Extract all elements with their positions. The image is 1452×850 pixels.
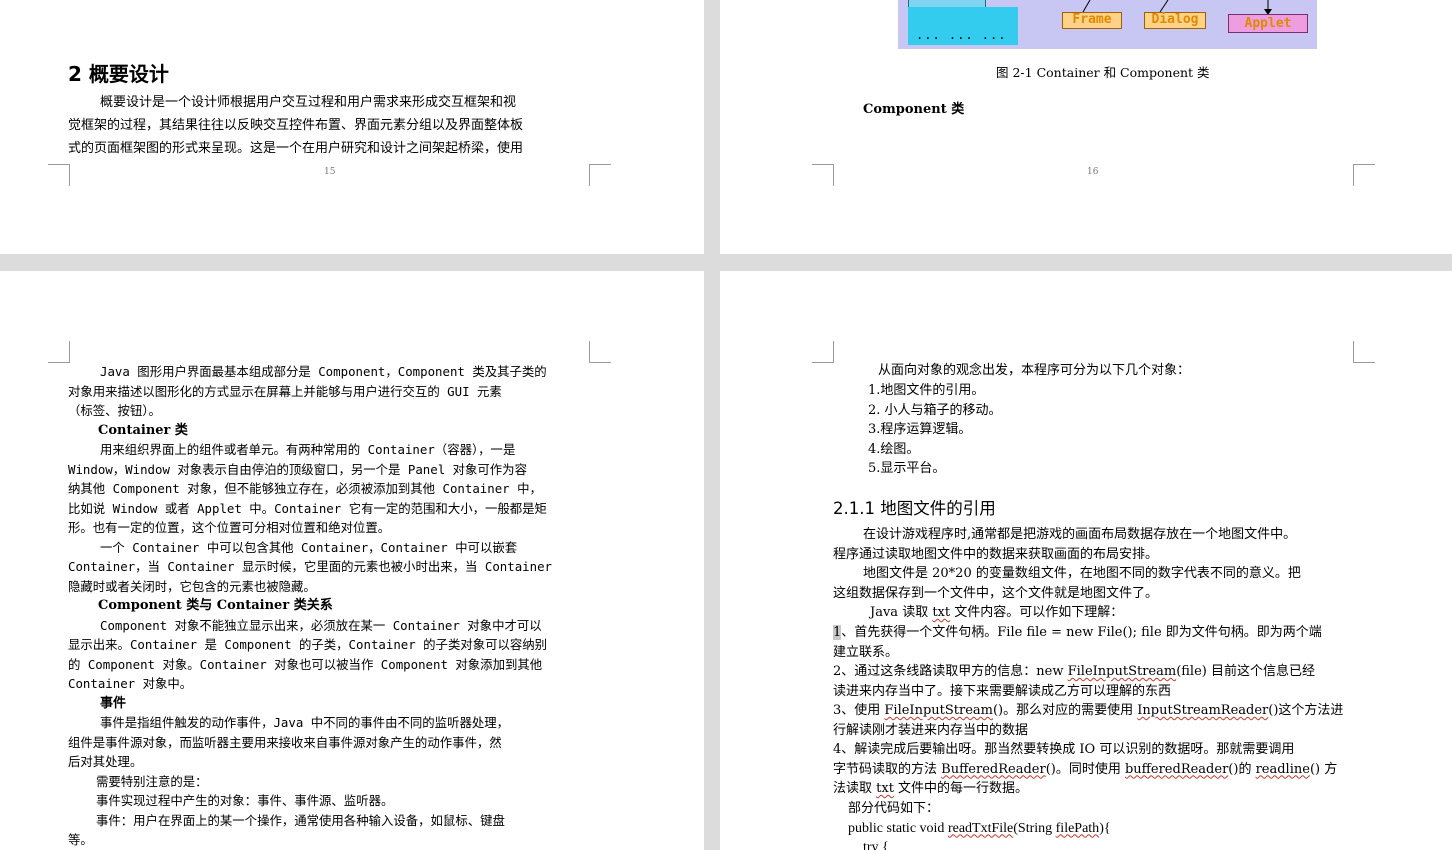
paragraph-line: 等。 — [68, 832, 93, 847]
paragraph-line: 在设计游戏程序时,通常都是把游戏的画面布局数据存放在一个地图文件中。 — [863, 527, 1297, 542]
paragraph-line: 事件实现过程中产生的对象：事件、事件源、监听器。 — [96, 793, 394, 808]
list-item: 5.显示平台。 — [868, 461, 946, 476]
paragraph-line: 部分代码如下： — [848, 801, 940, 816]
paragraph-line: 3、使用 FileInputStream()。那么对应的需要使用 InputSt… — [833, 703, 1344, 718]
paragraph-line: 比如说 Window 或者 Applet 中。Container 它有一定的范围… — [68, 500, 547, 516]
list-item: 4.绘图。 — [868, 441, 920, 457]
page-number: 16 — [1087, 167, 1099, 177]
page-corner-mark — [589, 164, 611, 186]
paragraph-line: 2、通过这条线路读取甲方的信息：new FileInputStream(file… — [833, 664, 1315, 679]
diagram-node-frame: Frame — [1062, 12, 1122, 29]
paragraph-line: Container 对象中。 — [68, 676, 193, 691]
paragraph-line: 需要特别注意的是： — [96, 773, 208, 789]
paragraph-line: 对象用来描述以图形化的方式显示在屏幕上并能够与用户进行交互的 GUI 元素 — [68, 383, 502, 399]
page-corner-mark — [1353, 164, 1375, 186]
document-page-17: Java 图形用户界面最基本组成部分是 Component，Component … — [0, 271, 704, 850]
diagram-node-applet: Applet — [1228, 14, 1308, 33]
paragraph-line: 字节码读取的方法 BufferedReader()。同时使用 bufferedR… — [833, 761, 1338, 777]
paragraph-line: 事件是指组件触发的动作事件，Java 中不同的事件由不同的监听器处理， — [100, 715, 510, 730]
section-label: Component 类 — [863, 102, 965, 117]
paragraph-line: 隐藏时或者关闭时，它包含的元素也被隐藏。 — [68, 578, 316, 594]
paragraph-line: 后对其处理。 — [68, 754, 143, 769]
paragraph-line: 行解读刚才装进来内存当中的数据 — [833, 722, 1029, 738]
page-corner-mark — [48, 341, 70, 363]
document-page-16: ... ... ... Frame Dialog Applet 图 2-1 Co… — [720, 0, 1452, 254]
paragraph-line: Container，当 Container 显示时候，它里面的元素也被小时出来，… — [68, 559, 552, 574]
paragraph-line: Component 对象不能独立显示出来，必须放在某一 Container 对象… — [100, 617, 542, 633]
list-item: 2. 小人与箱子的移动。 — [868, 402, 1002, 418]
page-number: 15 — [324, 167, 336, 177]
paragraph-line: 显示出来。Container 是 Component 的子类，Container… — [68, 637, 548, 652]
paragraph-line: 这组数据保存到一个文件中，这个文件就是地图文件了。 — [833, 585, 1159, 601]
paragraph-line: Window，Window 对象表示自由停泊的顶级窗口，另一个是 Panel 对… — [68, 461, 527, 477]
paragraph-line: 读进来内存当中了。接下来需要解读成乙方可以理解的东西 — [833, 683, 1172, 699]
paragraph-line: 纳其他 Component 对象，但不能够独立存在，必须被添加到其他 Conta… — [68, 481, 542, 496]
chapter-heading: 2 概要设计 — [68, 62, 169, 86]
paragraph-line: 觉框架的过程，其结果往往以反映交互控件布置、界面元素分组以及界面整体板 — [68, 118, 524, 133]
section-heading: 2.1.1 地图文件的引用 — [833, 499, 996, 518]
paragraph-line: 4、解读完成后要输出呀。那当然要转换成 IO 可以识别的数据呀。那就需要调用 — [833, 742, 1295, 757]
document-page-18: 从面向对象的观念出发，本程序可分为以下几个对象： 1.地图文件的引用。 2. 小… — [720, 271, 1452, 850]
list-item: 3.程序运算逻辑。 — [868, 422, 972, 437]
paragraph-line: Java 读取 txt 文件内容。可以作如下理解： — [870, 605, 1124, 620]
document-page-15: 2 概要设计 概要设计是一个设计师根据用户交互过程和用户需求来形成交互框架和视 … — [0, 0, 704, 254]
paragraph-line: 事件：用户在界面上的某一个操作，通常使用各种输入设备，如鼠标、键盘 — [96, 812, 505, 828]
subheading-relation: Component 类与 Container 类关系 — [98, 598, 333, 613]
paragraph-line: 程序通过读取地图文件中的数据来获取画面的布局安排。 — [833, 546, 1159, 562]
page-corner-mark — [812, 341, 834, 363]
paragraph-line: 1、首先获得一个文件句柄。File file = new File(); fil… — [833, 625, 1322, 640]
paragraph-line: 概要设计是一个设计师根据用户交互过程和用户需求来形成交互框架和视 — [100, 95, 517, 110]
code-line: try { — [863, 840, 889, 850]
paragraph-line: （标签、按钮）。 — [68, 403, 161, 418]
page-corner-mark — [48, 164, 70, 186]
figure-caption: 图 2-1 Container 和 Component 类 — [996, 65, 1210, 80]
paragraph-line: 用来组织界面上的组件或者单元。有两种常用的 Container（容器），一是 — [100, 442, 516, 457]
paragraph-line: 建立联系。 — [833, 644, 899, 660]
paragraph-line: 式的页面框架图的形式来呈现。这是一个在用户研究和设计之间架起桥梁，使用 — [68, 141, 524, 156]
paragraph-line: 法读取 txt 文件中的每一行数据。 — [833, 781, 1029, 796]
subheading-event: 事件 — [100, 695, 127, 711]
paragraph-line: 的 Component 对象。Container 对象也可以被当作 Compon… — [68, 656, 543, 672]
code-line: public static void readTxtFile(String fi… — [848, 820, 1111, 836]
page-corner-mark — [1353, 341, 1375, 363]
paragraph-line: 地图文件是 20*20 的变量数组文件，在地图不同的数字代表不同的意义。把 — [863, 566, 1301, 581]
class-diagram-fragment: ... ... ... Frame Dialog Applet — [898, 0, 1317, 49]
list-item: 1.地图文件的引用。 — [868, 383, 985, 398]
paragraph-line: 形。也有一定的位置，这个位置可分相对位置和绝对位置。 — [68, 520, 391, 535]
page-corner-mark — [589, 341, 611, 363]
paragraph-line: 从面向对象的观念出发，本程序可分为以下几个对象： — [878, 363, 1191, 378]
paragraph-line: 一个 Container 中可以包含其他 Container，Container… — [100, 539, 518, 555]
subheading-container: Container 类 — [98, 422, 188, 438]
page-corner-mark — [812, 164, 834, 186]
paragraph-line: Java 图形用户界面最基本组成部分是 Component，Component … — [100, 364, 547, 379]
paragraph-line: 组件是事件源对象，而监听器主要用来接收来自事件源对象产生的动作事件，然 — [68, 734, 502, 750]
diagram-node-dialog: Dialog — [1144, 12, 1206, 29]
